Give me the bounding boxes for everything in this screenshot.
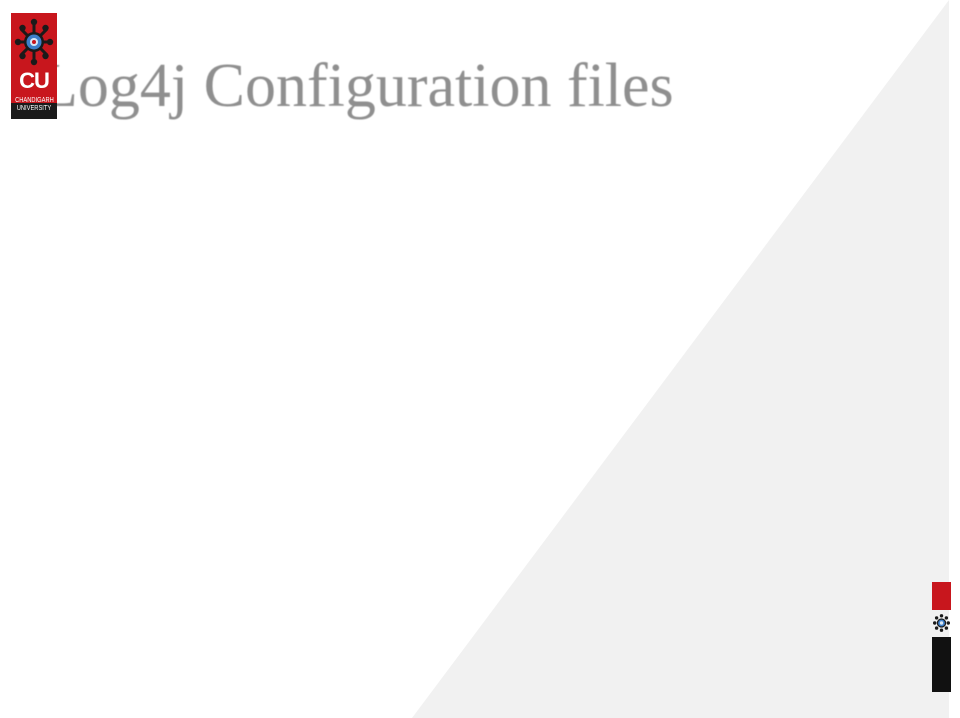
corner-logo [932,582,951,692]
logo-university-name: CHANDIGARH UNIVERSITY [15,97,54,113]
presentation-slide: Log4j Configuration files CU CHANDIGARH … [0,0,960,718]
gear-emblem-icon [14,18,54,66]
logo-name-line1: CHANDIGARH [15,97,54,104]
corner-logo-red-block [932,582,951,610]
university-logo: CU CHANDIGARH UNIVERSITY [11,13,57,119]
corner-logo-black-block [932,637,951,692]
logo-initials: CU [19,68,50,93]
logo-red-panel: CU [11,13,57,103]
slide-title: Log4j Configuration files [40,52,674,120]
logo-name-line2: UNIVERSITY [16,105,52,112]
gear-emblem-icon [933,614,950,632]
